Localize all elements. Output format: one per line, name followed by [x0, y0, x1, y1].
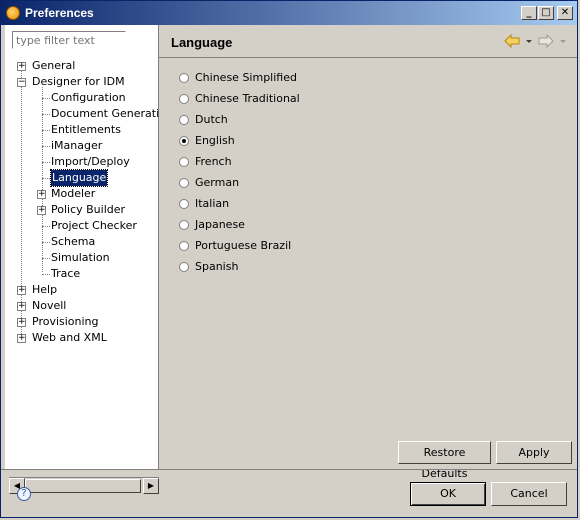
tree-item-label: Modeler — [51, 187, 96, 200]
tree-guide-line — [42, 178, 50, 179]
language-option[interactable]: English — [179, 133, 235, 149]
tree-item-label: Trace — [51, 267, 81, 280]
radio-button[interactable] — [179, 241, 189, 251]
filter-input[interactable] — [12, 31, 126, 49]
restore-defaults-button[interactable]: Restore Defaults — [398, 441, 491, 480]
title-bar[interactable]: Preferences _ □ ✕ — [1, 1, 577, 25]
tree-item-label: Import/Deploy — [51, 155, 130, 168]
minimize-button[interactable]: _ — [521, 6, 537, 20]
cancel-button[interactable]: Cancel — [491, 482, 567, 506]
language-label: French — [195, 155, 232, 168]
radio-button[interactable] — [179, 262, 189, 272]
scroll-right-icon[interactable]: ▶ — [143, 478, 159, 494]
language-option[interactable]: Chinese Traditional — [179, 91, 300, 107]
radio-button[interactable] — [179, 73, 189, 83]
tree-item-label: Project Checker — [51, 219, 137, 232]
tree-guide-line — [42, 114, 50, 115]
tree-guide-line — [42, 98, 50, 99]
tree-guide-line — [42, 146, 50, 147]
tree-guide-line — [42, 258, 50, 259]
forward-dropdown-icon[interactable] — [559, 34, 567, 48]
radio-button[interactable] — [179, 115, 189, 125]
expand-icon[interactable]: + — [17, 286, 26, 295]
tree-guide-line — [42, 226, 50, 227]
radio-button[interactable] — [179, 157, 189, 167]
language-option[interactable]: French — [179, 154, 232, 170]
language-label: Dutch — [195, 113, 228, 126]
language-label: Portuguese Brazil — [195, 239, 292, 252]
preferences-window: Preferences _ □ ✕ + General−Designer for … — [0, 0, 578, 518]
radio-button[interactable] — [179, 199, 189, 209]
language-label: Italian — [195, 197, 230, 210]
language-option[interactable]: Spanish — [179, 259, 238, 275]
maximize-button[interactable]: □ — [538, 6, 554, 20]
language-option[interactable]: German — [179, 175, 239, 191]
tree-guide-line — [42, 162, 50, 163]
ok-button[interactable]: OK — [410, 482, 486, 506]
tree-guide-line — [42, 130, 50, 131]
tree-item-label: Entitlements — [51, 123, 121, 136]
close-button[interactable]: ✕ — [557, 6, 573, 20]
language-label: German — [195, 176, 240, 189]
tree-item-label: Web and XML — [32, 331, 107, 344]
language-label: Chinese Traditional — [195, 92, 300, 105]
radio-button[interactable] — [179, 136, 189, 146]
tree-item-label: Simulation — [51, 251, 110, 264]
language-label: English — [195, 134, 235, 147]
horizontal-scrollbar[interactable]: ◀ ▶ — [9, 477, 159, 494]
language-option[interactable]: Portuguese Brazil — [179, 238, 291, 254]
language-label: Chinese Simplified — [195, 71, 297, 84]
tree-item-label: Language — [49, 169, 109, 187]
back-arrow-icon[interactable] — [503, 34, 521, 48]
apply-button[interactable]: Apply — [496, 441, 572, 464]
navigation-buttons — [503, 33, 567, 49]
expand-icon[interactable]: + — [17, 62, 26, 71]
language-option[interactable]: Italian — [179, 196, 229, 212]
tree-item-label: Policy Builder — [51, 203, 126, 216]
language-page: Language Chinese Simplified Chinese Tradi… — [159, 25, 577, 480]
radio-button[interactable] — [179, 178, 189, 188]
language-option[interactable]: Japanese — [179, 217, 245, 233]
radio-button[interactable] — [179, 220, 189, 230]
footer-separator — [1, 469, 577, 470]
language-option[interactable]: Dutch — [179, 112, 228, 128]
back-dropdown-icon[interactable] — [525, 34, 533, 48]
tree-item-label: Help — [32, 283, 58, 296]
tree-item-label: Designer for IDM — [32, 75, 125, 88]
tree-item-label: iManager — [51, 139, 103, 152]
forward-arrow-icon[interactable] — [537, 34, 555, 48]
help-icon[interactable]: ? — [17, 487, 31, 501]
tree-item-label: Configuration — [51, 91, 126, 104]
language-label: Spanish — [195, 260, 239, 273]
preference-tree-pane: + General−Designer for IDM Configuration Do… — [5, 25, 173, 494]
tree-guide-line — [42, 274, 50, 275]
app-icon — [6, 6, 20, 20]
tree-item-label: Document Generation — [51, 107, 173, 120]
tree-item-label: Provisioning — [32, 315, 99, 328]
language-label: Japanese — [195, 218, 245, 231]
divider — [159, 57, 577, 58]
scroll-thumb[interactable] — [25, 479, 141, 493]
expand-icon[interactable]: + — [37, 190, 46, 199]
expand-icon[interactable]: + — [17, 302, 26, 311]
expand-icon[interactable]: + — [17, 318, 26, 327]
language-option[interactable]: Chinese Simplified — [179, 70, 297, 86]
tree-item-label: Novell — [32, 299, 67, 312]
collapse-icon[interactable]: − — [17, 78, 26, 87]
tree-item-label: General — [32, 59, 76, 72]
window-title: Preferences — [25, 6, 94, 20]
tree-item-label: Schema — [51, 235, 96, 248]
radio-button[interactable] — [179, 94, 189, 104]
tree-guide-line — [42, 242, 50, 243]
expand-icon[interactable]: + — [17, 334, 26, 343]
expand-icon[interactable]: + — [37, 206, 46, 215]
page-title: Language — [171, 35, 233, 50]
